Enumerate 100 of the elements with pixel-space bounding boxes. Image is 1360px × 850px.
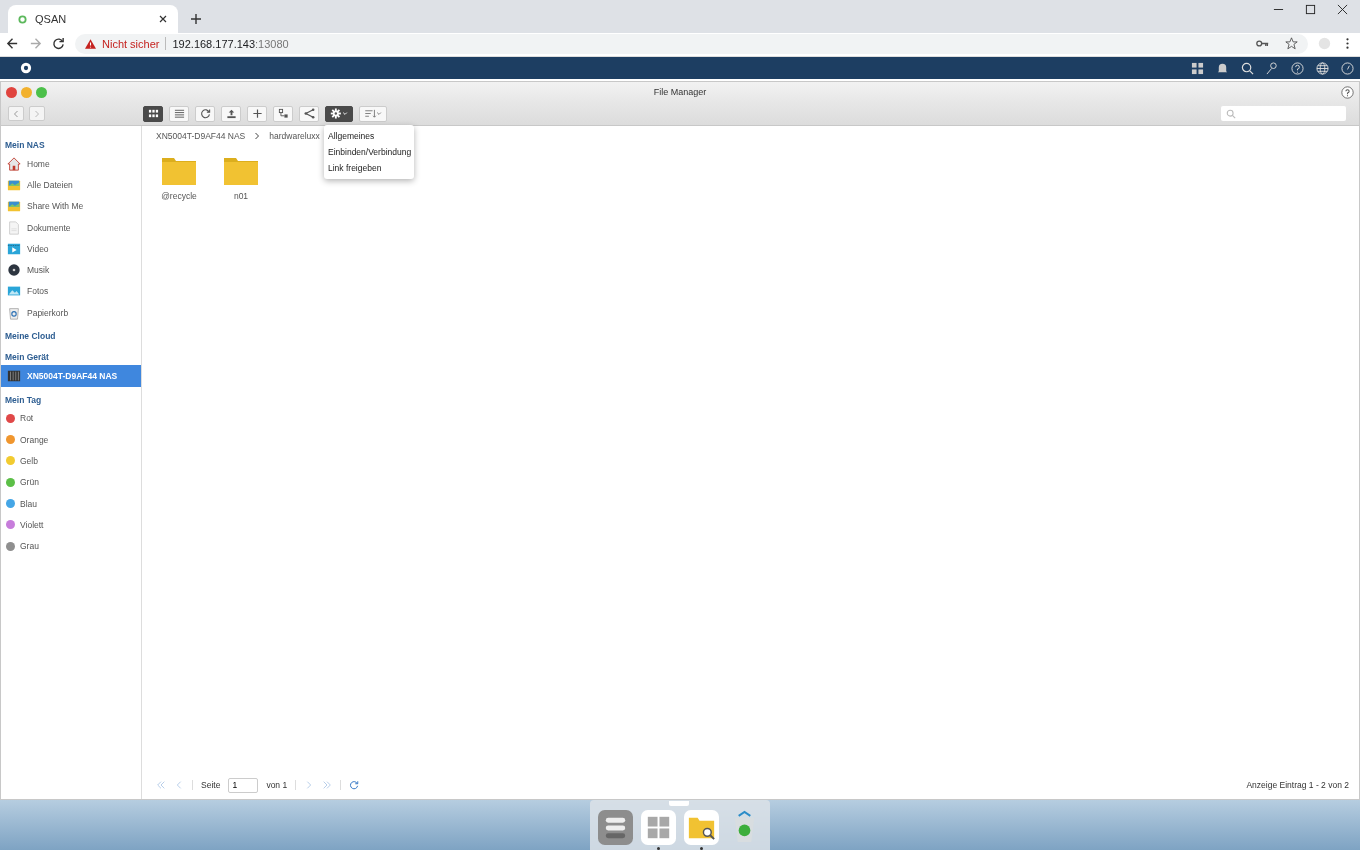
- item-label: Home: [27, 158, 50, 169]
- disc-icon: [7, 263, 21, 278]
- sidebar-item[interactable]: Video: [1, 238, 141, 260]
- search-icon[interactable]: [1241, 61, 1254, 75]
- section-heading[interactable]: Mein Gerät: [1, 348, 141, 366]
- new-tab-icon[interactable]: [190, 13, 202, 25]
- grid-view-button[interactable]: [143, 105, 163, 122]
- section-heading[interactable]: Mein Tag: [1, 390, 141, 408]
- section-heading[interactable]: Mein NAS: [1, 136, 141, 153]
- item-label: Dokumente: [27, 222, 71, 233]
- reload-icon[interactable]: [52, 37, 65, 50]
- toggles-icon[interactable]: [598, 810, 633, 845]
- film-icon: [7, 241, 21, 256]
- search-field[interactable]: [1221, 106, 1346, 121]
- sidebar-item[interactable]: Orange: [1, 428, 141, 451]
- menu-item[interactable]: Einbinden/Verbindung: [324, 143, 414, 160]
- menu-item[interactable]: Link freigeben: [324, 159, 414, 176]
- star-icon[interactable]: [1285, 37, 1298, 50]
- tab-title: QSAN: [35, 13, 68, 25]
- item-label: Grün: [20, 477, 39, 488]
- security-label: Nicht sicher: [102, 37, 160, 50]
- document-icon: [7, 220, 21, 235]
- page-input[interactable]: 1: [228, 777, 259, 793]
- share-icon: [303, 108, 315, 119]
- back-icon[interactable]: [6, 37, 19, 50]
- sort-icon: [363, 108, 383, 119]
- section-heading[interactable]: Meine Cloud: [1, 327, 141, 345]
- sidebar-item[interactable]: XN5004T-D9AF44 NAS: [1, 365, 141, 387]
- breadcrumb-link[interactable]: hardwareluxx: [269, 131, 320, 141]
- refresh-icon[interactable]: [349, 780, 360, 790]
- connection-icon: [277, 108, 289, 119]
- close-icon[interactable]: [1337, 4, 1348, 15]
- sidebar-item[interactable]: Violett: [1, 514, 141, 536]
- warning-icon: [85, 38, 96, 49]
- upload-icon: [225, 108, 237, 119]
- item-label: Papierkorb: [27, 307, 69, 318]
- item-label: Video: [27, 243, 49, 254]
- ring-icon: [18, 14, 27, 24]
- sidebar-item[interactable]: Rot: [1, 407, 141, 429]
- chevron-left-icon: [11, 108, 21, 119]
- item-label: Alle Dateien: [27, 179, 73, 190]
- bell-icon[interactable]: [1216, 61, 1229, 75]
- gauge-icon[interactable]: [1341, 61, 1354, 75]
- house-icon: [7, 156, 21, 171]
- add-button[interactable]: [247, 105, 267, 122]
- maximize-icon[interactable]: [1305, 4, 1316, 15]
- search-icon: [1226, 108, 1236, 119]
- upload-button[interactable]: [221, 105, 241, 122]
- plus-icon: [251, 108, 263, 119]
- file-name[interactable]: @recycle: [161, 191, 197, 201]
- refresh-button[interactable]: [195, 105, 215, 122]
- item-label: Gelb: [20, 455, 38, 466]
- sidebar-item[interactable]: Grün: [1, 471, 141, 493]
- help-icon[interactable]: [1341, 85, 1354, 99]
- share-button[interactable]: [299, 105, 319, 122]
- chevron-icon: [253, 132, 262, 140]
- key-icon[interactable]: [1256, 37, 1269, 50]
- sidebar-item[interactable]: Fotos: [1, 280, 141, 303]
- entry-summary: Anzeige Eintrag 1 - 2 von 2: [1246, 780, 1349, 790]
- settings-button[interactable]: [325, 105, 353, 122]
- sort-button[interactable]: [359, 105, 387, 122]
- item-label: Grau: [20, 541, 39, 552]
- nas-icon: [7, 369, 21, 383]
- grid-icon: [147, 108, 159, 119]
- window-title: File Manager: [653, 87, 707, 97]
- connect-button[interactable]: [273, 105, 293, 122]
- folder-search-icon[interactable]: [684, 810, 719, 845]
- trash-icon: [7, 305, 21, 320]
- file-name[interactable]: n01: [233, 191, 249, 201]
- page-label: Seite: [201, 780, 221, 790]
- close-button[interactable]: [6, 86, 17, 98]
- item-label: Share With Me: [27, 201, 84, 212]
- logo-icon[interactable]: [20, 62, 32, 74]
- item-label: Orange: [20, 434, 49, 445]
- sidebar-item[interactable]: Home: [1, 153, 141, 175]
- sidebar-item[interactable]: Gelb: [1, 450, 141, 472]
- globe-icon[interactable]: [1316, 61, 1329, 75]
- shared-folder-icon: [7, 199, 21, 214]
- breadcrumb-link[interactable]: XN5004T-D9AF44 NAS: [156, 131, 246, 141]
- sidebar-item[interactable]: Blau: [1, 492, 141, 515]
- page-count: von 1: [266, 780, 288, 790]
- sidebar-item[interactable]: Musik: [1, 259, 141, 281]
- close-icon[interactable]: [158, 14, 168, 24]
- sidebar-item[interactable]: Papierkorb: [1, 302, 141, 324]
- item-label: Blau: [20, 498, 37, 509]
- sidebar-item[interactable]: Grau: [1, 535, 141, 557]
- apps-icon[interactable]: [1191, 61, 1204, 75]
- list-icon: [173, 108, 185, 119]
- sidebar-item[interactable]: Dokumente: [1, 216, 141, 239]
- item-label: XN5004T-D9AF44 NAS: [27, 371, 118, 381]
- url-text: 192.168.177.143:13080: [172, 37, 289, 50]
- item-label: Rot: [20, 413, 34, 424]
- menu-item[interactable]: Allgemeines: [324, 127, 414, 144]
- address-bar[interactable]: Nicht sicher 192.168.177.143:13080: [75, 33, 1308, 54]
- sidebar-item[interactable]: Alle Dateien: [1, 174, 141, 196]
- browser-tab[interactable]: QSAN: [8, 5, 178, 33]
- dock-handle[interactable]: [669, 801, 689, 806]
- list-view-button[interactable]: [169, 105, 189, 122]
- sidebar-item[interactable]: Share With Me: [1, 195, 141, 217]
- gear-icon: [329, 108, 349, 119]
